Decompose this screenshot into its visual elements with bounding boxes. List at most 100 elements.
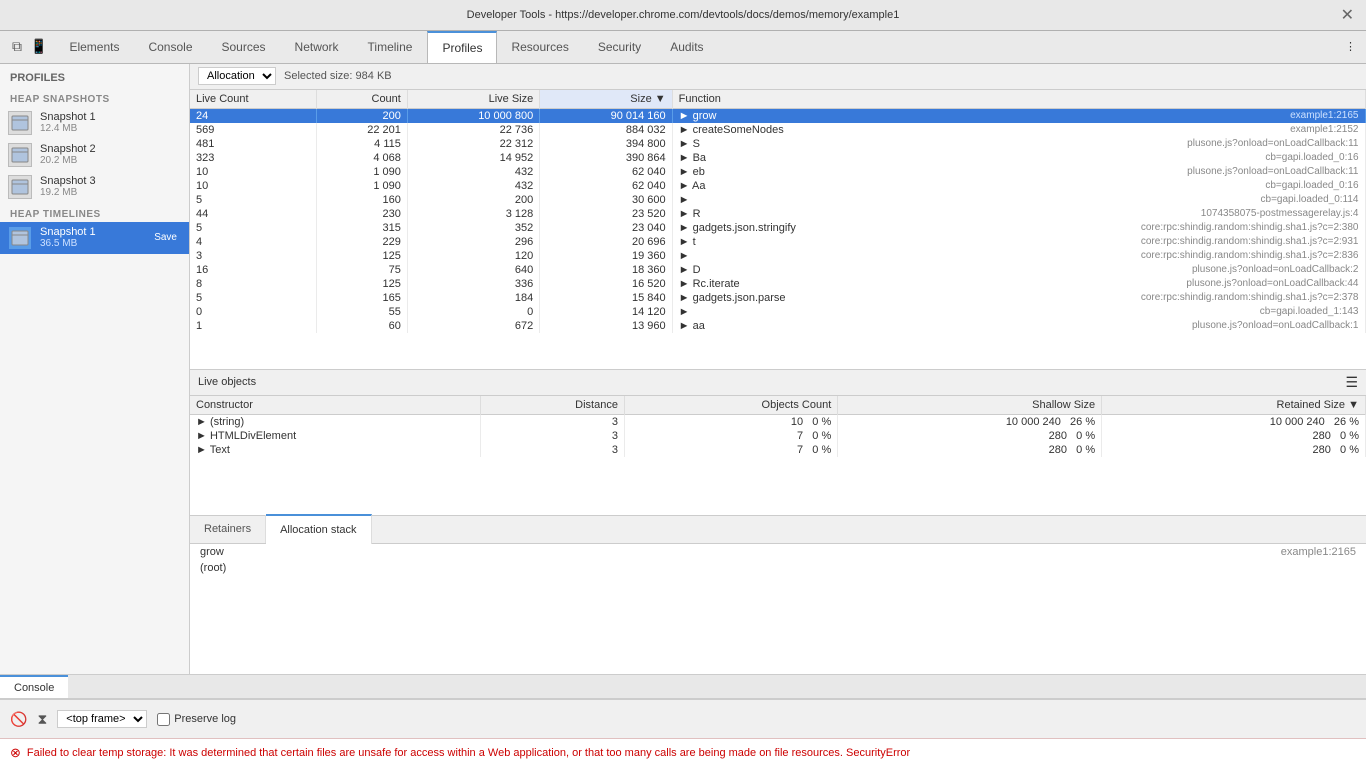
fn-name: ► xyxy=(679,306,690,318)
tab-resources[interactable]: Resources xyxy=(497,31,583,63)
cell-count: 60 xyxy=(317,319,408,333)
lower-row-1[interactable]: ► HTMLDivElement 3 7 0 % 280 0 % 280 0 % xyxy=(190,429,1366,443)
timelines-list: Snapshot 1 36.5 MB Save xyxy=(0,222,189,254)
tab-security[interactable]: Security xyxy=(584,31,656,63)
fn-link[interactable]: 1074358075-postmessagerelay.js:4 xyxy=(1201,208,1359,220)
fn-link[interactable]: plusone.js?onload=onLoadCallback:44 xyxy=(1186,278,1358,290)
tab-console[interactable]: Console xyxy=(134,31,207,63)
fn-link[interactable]: cb=gapi.loaded_1:143 xyxy=(1260,306,1359,318)
th-live-count[interactable]: Live Count xyxy=(190,90,317,109)
upper-row-4[interactable]: 10 1 090 432 62 040 ► eb plusone.js?onlo… xyxy=(190,165,1366,179)
clear-icon[interactable]: 🚫 xyxy=(10,711,27,728)
alloc-size: Selected size: 984 KB xyxy=(284,70,392,82)
upper-row-2[interactable]: 481 4 115 22 312 394 800 ► S plusone.js?… xyxy=(190,137,1366,151)
fn-link[interactable]: example1:2152 xyxy=(1290,124,1358,136)
filter-icon[interactable]: ⧗ xyxy=(37,711,47,728)
tab-sources[interactable]: Sources xyxy=(208,31,281,63)
upper-row-0[interactable]: 24 200 10 000 800 90 014 160 ► grow exam… xyxy=(190,108,1366,123)
tab-elements[interactable]: Elements xyxy=(55,31,134,63)
cell-count: 125 xyxy=(317,249,408,263)
upper-table-container[interactable]: Live Count Count Live Size Size ▼ Functi… xyxy=(190,90,1366,370)
fn-link[interactable]: cb=gapi.loaded_0:16 xyxy=(1265,180,1358,192)
upper-row-3[interactable]: 323 4 068 14 952 390 864 ► Ba cb=gapi.lo… xyxy=(190,151,1366,165)
th-retained-size[interactable]: Retained Size xyxy=(1102,396,1366,415)
lower-row-2[interactable]: ► Text 3 7 0 % 280 0 % 280 0 % xyxy=(190,443,1366,457)
timeline-size-0: 36.5 MB xyxy=(40,238,142,249)
sidebar-title: Profiles xyxy=(0,64,189,88)
cell-fn: ► cb=gapi.loaded_1:143 xyxy=(673,305,1366,319)
upper-row-1[interactable]: 569 22 201 22 736 884 032 ► createSomeNo… xyxy=(190,123,1366,137)
upper-row-12[interactable]: 8 125 336 16 520 ► Rc.iterate plusone.js… xyxy=(190,277,1366,291)
th-objects-count[interactable]: Objects Count xyxy=(624,396,837,415)
cell-live-size: 640 xyxy=(407,263,539,277)
snapshot-info-0: Snapshot 1 12.4 MB xyxy=(40,111,181,134)
preserve-log-checkbox[interactable] xyxy=(157,713,170,726)
upper-row-6[interactable]: 5 160 200 30 600 ► cb=gapi.loaded_0:114 xyxy=(190,193,1366,207)
upper-row-7[interactable]: 44 230 3 128 23 520 ► R 1074358075-postm… xyxy=(190,207,1366,221)
snapshot-item-2[interactable]: Snapshot 3 19.2 MB xyxy=(0,171,189,203)
tab-timeline[interactable]: Timeline xyxy=(354,31,428,63)
th-count[interactable]: Count xyxy=(317,90,408,109)
upper-row-14[interactable]: 0 55 0 14 120 ► cb=gapi.loaded_1:143 xyxy=(190,305,1366,319)
upper-row-8[interactable]: 5 315 352 23 040 ► gadgets.json.stringif… xyxy=(190,221,1366,235)
snapshot-name-2: Snapshot 3 xyxy=(40,175,181,187)
fn-link[interactable]: cb=gapi.loaded_0:114 xyxy=(1261,194,1359,206)
cell-objects-count: 7 0 % xyxy=(624,443,837,457)
th-live-size[interactable]: Live Size xyxy=(407,90,539,109)
stack-rows: grow example1:2165 (root) xyxy=(190,544,1366,576)
timeline-icon-0 xyxy=(8,226,32,250)
th-constructor[interactable]: Constructor xyxy=(190,396,481,415)
th-shallow-size[interactable]: Shallow Size xyxy=(838,396,1102,415)
timeline-save-btn-0[interactable]: Save xyxy=(150,230,181,245)
snapshot-icon-2 xyxy=(8,175,32,199)
fn-link[interactable]: core:rpc:shindig.random:shindig.sha1.js?… xyxy=(1141,292,1359,304)
fn-name: ► eb xyxy=(679,166,705,178)
lower-row-0[interactable]: ► (string) 3 10 0 % 10 000 240 26 % 10 0… xyxy=(190,414,1366,429)
frame-select[interactable]: <top frame> xyxy=(57,710,147,728)
tab-allocation-stack[interactable]: Allocation stack xyxy=(266,514,371,544)
fn-link[interactable]: core:rpc:shindig.random:shindig.sha1.js?… xyxy=(1141,222,1359,234)
cell-fn: ► Rc.iterate plusone.js?onload=onLoadCal… xyxy=(673,277,1366,291)
stack-link-0[interactable]: example1:2165 xyxy=(1281,546,1356,558)
upper-row-13[interactable]: 5 165 184 15 840 ► gadgets.json.parse co… xyxy=(190,291,1366,305)
cell-live-count: 44 xyxy=(190,207,317,221)
lower-table-container[interactable]: Constructor Distance Objects Count Shall… xyxy=(190,396,1366,516)
cell-live-count: 10 xyxy=(190,165,317,179)
fn-name: ► gadgets.json.stringify xyxy=(679,222,796,234)
th-function[interactable]: Function xyxy=(672,90,1365,109)
dock-icon[interactable]: ⧉ xyxy=(12,38,22,55)
fn-link[interactable]: plusone.js?onload=onLoadCallback:1 xyxy=(1192,320,1359,332)
upper-row-10[interactable]: 3 125 120 19 360 ► core:rpc:shindig.rand… xyxy=(190,249,1366,263)
mobile-icon[interactable]: 📱 xyxy=(30,38,47,55)
snapshot-item-0[interactable]: Snapshot 1 12.4 MB xyxy=(0,107,189,139)
upper-row-9[interactable]: 4 229 296 20 696 ► t core:rpc:shindig.ra… xyxy=(190,235,1366,249)
cell-size: 884 032 xyxy=(540,123,672,137)
fn-link[interactable]: core:rpc:shindig.random:shindig.sha1.js?… xyxy=(1141,250,1359,262)
th-distance[interactable]: Distance xyxy=(481,396,625,415)
console-tab[interactable]: Console xyxy=(0,675,68,698)
more-tabs[interactable]: ⋮ xyxy=(1335,31,1366,63)
fn-link[interactable]: core:rpc:shindig.random:shindig.sha1.js?… xyxy=(1141,236,1359,248)
tab-audits[interactable]: Audits xyxy=(656,31,718,63)
fn-link[interactable]: example1:2165 xyxy=(1290,110,1358,122)
timeline-item-0[interactable]: Snapshot 1 36.5 MB Save xyxy=(0,222,189,254)
close-button[interactable]: ✕ xyxy=(1341,5,1354,25)
fn-link[interactable]: plusone.js?onload=onLoadCallback:11 xyxy=(1187,138,1358,150)
cell-live-count: 3 xyxy=(190,249,317,263)
tab-network[interactable]: Network xyxy=(281,31,354,63)
fn-link[interactable]: plusone.js?onload=onLoadCallback:2 xyxy=(1192,264,1359,276)
upper-row-15[interactable]: 1 60 672 13 960 ► aa plusone.js?onload=o… xyxy=(190,319,1366,333)
snapshot-item-1[interactable]: Snapshot 2 20.2 MB xyxy=(0,139,189,171)
tab-retainers[interactable]: Retainers xyxy=(190,515,266,543)
upper-row-11[interactable]: 16 75 640 18 360 ► D plusone.js?onload=o… xyxy=(190,263,1366,277)
upper-row-5[interactable]: 10 1 090 432 62 040 ► Aa cb=gapi.loaded_… xyxy=(190,179,1366,193)
alloc-select[interactable]: Allocation xyxy=(198,67,276,85)
tab-profiles[interactable]: Profiles xyxy=(427,31,497,63)
fn-link[interactable]: cb=gapi.loaded_0:16 xyxy=(1265,152,1358,164)
lower-table-body: ► (string) 3 10 0 % 10 000 240 26 % 10 0… xyxy=(190,414,1366,457)
live-objects-settings-icon[interactable]: ☰ xyxy=(1345,374,1358,391)
th-size[interactable]: Size ▼ xyxy=(540,90,672,109)
fn-link[interactable]: plusone.js?onload=onLoadCallback:11 xyxy=(1187,166,1358,178)
cell-count: 22 201 xyxy=(317,123,408,137)
bottom-bar: 🚫 ⧗ <top frame> Preserve log xyxy=(0,699,1366,738)
